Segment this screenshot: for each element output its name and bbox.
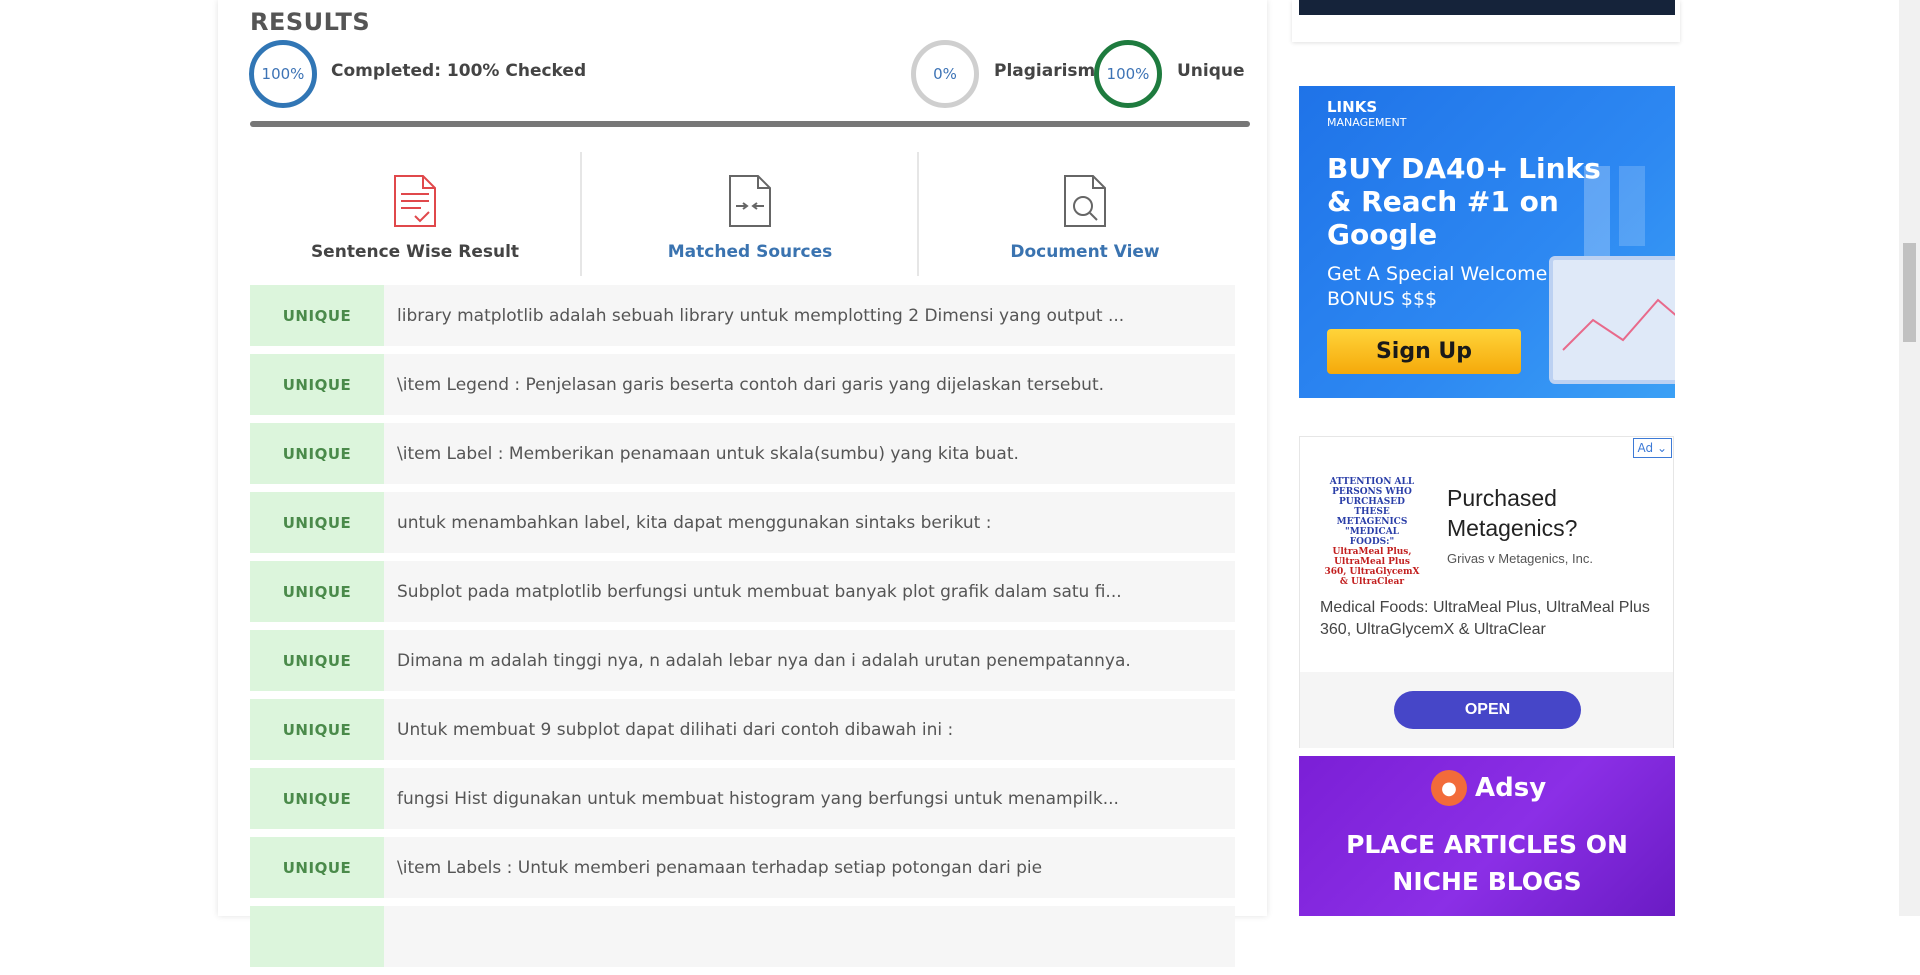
progress-bar: [250, 121, 1250, 127]
scrollbar-thumb[interactable]: [1903, 243, 1916, 342]
completed-label: Completed: 100% Checked: [331, 61, 587, 81]
result-row[interactable]: UNIQUE library matplotlib adalah sebuah …: [250, 285, 1235, 346]
result-row[interactable]: [250, 906, 1235, 967]
document-check-icon: [394, 175, 436, 227]
progress-fill: [250, 121, 1250, 127]
sentence-text: untuk menambahkan label, kita dapat meng…: [397, 512, 992, 533]
unique-badge: UNIQUE: [250, 768, 384, 829]
tab-sentence-wise-result[interactable]: Sentence Wise Result: [250, 152, 580, 276]
ad-metagenics[interactable]: Ad ⌄ ATTENTION ALL PERSONS WHO PURCHASED…: [1299, 436, 1674, 748]
result-row[interactable]: UNIQUE fungsi Hist digunakan untuk membu…: [250, 768, 1235, 829]
ad-flyer-image: ATTENTION ALL PERSONS WHO PURCHASED THES…: [1324, 477, 1420, 587]
open-button[interactable]: OPEN: [1394, 691, 1581, 729]
sentence-text: library matplotlib adalah sebuah library…: [397, 305, 1125, 326]
plagiarism-circle: 0%: [911, 40, 979, 108]
sentence-result-list: UNIQUE library matplotlib adalah sebuah …: [250, 285, 1235, 975]
ad-banner-top[interactable]: [1299, 0, 1675, 15]
ad-title[interactable]: Purchased Metagenics?: [1447, 483, 1657, 543]
unique-badge-partial: [250, 906, 384, 967]
unique-badge: UNIQUE: [250, 699, 384, 760]
ad-choices-badge[interactable]: Ad ⌄: [1632, 438, 1672, 458]
unique-percent: 100%: [1106, 65, 1150, 83]
unique-badge: UNIQUE: [250, 354, 384, 415]
unique-badge: UNIQUE: [250, 630, 384, 691]
completed-circle: 100%: [249, 40, 317, 108]
sentence-text: fungsi Hist digunakan untuk membuat hist…: [397, 788, 1119, 809]
sentence-text: Subplot pada matplotlib berfungsi untuk …: [397, 581, 1122, 602]
tab-label: Matched Sources: [667, 242, 833, 262]
adsy-logo: ● Adsy: [1431, 770, 1546, 806]
result-row[interactable]: UNIQUE \item Labels : Untuk memberi pena…: [250, 837, 1235, 898]
results-card: RESULTS 100% Completed: 100% Checked 0% …: [218, 0, 1267, 967]
result-row[interactable]: UNIQUE Untuk membuat 9 subplot dapat dil…: [250, 699, 1235, 760]
result-row[interactable]: UNIQUE \item Label : Memberikan penamaan…: [250, 423, 1235, 484]
arrow-down-graphic: [1619, 166, 1645, 246]
owl-icon: ●: [1431, 770, 1467, 806]
tab-document-view[interactable]: Document View: [920, 152, 1250, 276]
ad-description: Medical Foods: UltraMeal Plus, UltraMeal…: [1320, 599, 1650, 638]
ad-links-management[interactable]: LINKS MANAGEMENT BUY DA40+ Links & Reach…: [1299, 86, 1675, 398]
document-search-icon: [1064, 175, 1106, 227]
result-tabs: Sentence Wise Result Matched Sources Doc: [250, 152, 1250, 276]
result-row[interactable]: UNIQUE \item Legend : Penjelasan garis b…: [250, 354, 1235, 415]
tab-divider: [580, 152, 582, 276]
unique-badge: UNIQUE: [250, 423, 384, 484]
ad-headline: BUY DA40+ Links & Reach #1 on Google: [1327, 152, 1601, 251]
results-title: RESULTS: [250, 8, 371, 36]
page-scrollbar[interactable]: [1899, 0, 1920, 916]
result-row[interactable]: UNIQUE untuk menambahkan label, kita dap…: [250, 492, 1235, 553]
unique-badge: UNIQUE: [250, 285, 384, 346]
sentence-text: Dimana m adalah tinggi nya, n adalah leb…: [397, 650, 1131, 671]
ad-advertiser: Grivas v Metagenics, Inc.: [1447, 551, 1593, 566]
result-row[interactable]: UNIQUE Dimana m adalah tinggi nya, n ada…: [250, 630, 1235, 691]
unique-label: Unique: [1177, 61, 1245, 81]
sentence-text-partial: [384, 906, 1235, 967]
tab-label: Sentence Wise Result: [310, 242, 520, 262]
links-management-logo: LINKS MANAGEMENT: [1327, 98, 1407, 130]
sentence-text: Untuk membuat 9 subplot dapat dilihati d…: [397, 719, 954, 740]
unique-badge: UNIQUE: [250, 561, 384, 622]
document-compare-icon: [729, 175, 771, 227]
unique-circle: 100%: [1094, 40, 1162, 108]
result-row[interactable]: UNIQUE Subplot pada matplotlib berfungsi…: [250, 561, 1235, 622]
ad-adsy[interactable]: ● Adsy PLACE ARTICLES ON NICHE BLOGS: [1299, 756, 1675, 916]
sentence-text: \item Labels : Untuk memberi penamaan te…: [397, 857, 1043, 878]
unique-badge: UNIQUE: [250, 837, 384, 898]
completed-percent: 100%: [261, 65, 305, 83]
sentence-text: \item Label : Memberikan penamaan untuk …: [397, 443, 1019, 464]
plagiarism-label: Plagiarism: [994, 61, 1096, 81]
tab-divider: [917, 152, 919, 276]
ad-subtext: Get A Special Welcome BONUS $$$: [1327, 263, 1548, 310]
plagiarism-percent: 0%: [933, 65, 957, 83]
tab-matched-sources[interactable]: Matched Sources: [585, 152, 915, 276]
tab-label: Document View: [1010, 242, 1160, 262]
sentence-text: \item Legend : Penjelasan garis beserta …: [397, 374, 1105, 395]
sign-up-button[interactable]: Sign Up: [1327, 329, 1521, 374]
unique-badge: UNIQUE: [250, 492, 384, 553]
ad-headline: PLACE ARTICLES ON NICHE BLOGS: [1346, 830, 1628, 896]
